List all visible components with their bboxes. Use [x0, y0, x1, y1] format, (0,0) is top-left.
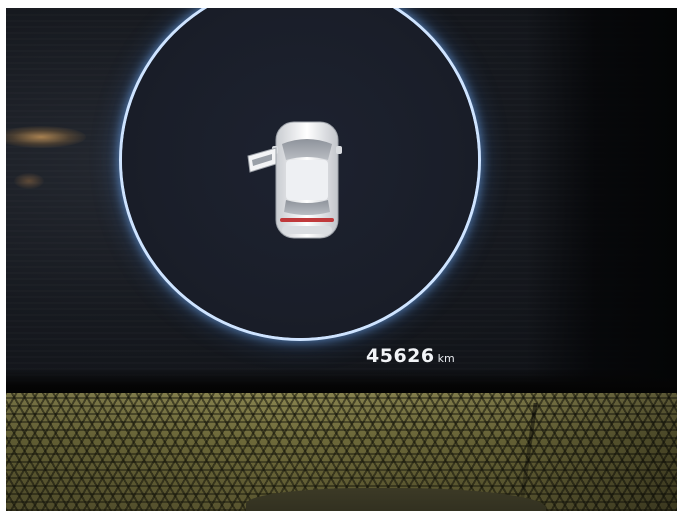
vehicle-top-view	[238, 120, 348, 250]
car-door-open-icon	[247, 121, 342, 239]
odometer-value: 45626	[366, 345, 435, 367]
odometer: 45626 km	[366, 345, 455, 367]
instrument-cluster-screen: 45626 km	[6, 8, 677, 396]
photo-frame: 45626 km	[6, 8, 677, 511]
screen-dark-edge	[526, 8, 677, 396]
odometer-unit: km	[437, 352, 455, 365]
